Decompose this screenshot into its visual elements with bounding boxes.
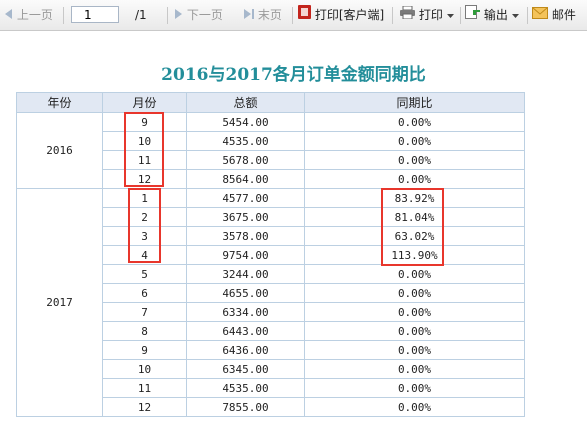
page-number-input[interactable] [71,6,119,23]
total-cell: 4535.00 [186,131,305,151]
column-header-month: 月份 [102,92,187,113]
ratio-cell: 0.00% [304,112,525,132]
month-cell: 2 [102,207,187,227]
month-cell: 7 [102,302,187,322]
total-cell: 3244.00 [186,264,305,284]
triangle-right-icon [175,0,183,31]
table-row: 2016 9 5454.00 0.00% [16,112,525,189]
ratio-cell: 81.04% [304,207,525,227]
month-cell: 9 [102,340,187,360]
total-cell: 8564.00 [186,169,305,189]
prev-page-button[interactable]: 上一页 [5,0,53,31]
month-cell: 10 [102,359,187,379]
total-cell: 5678.00 [186,150,305,170]
print-button[interactable]: 打印 [400,0,454,31]
print-label: 打印 [418,8,443,22]
total-cell: 4535.00 [186,378,305,398]
month-cell: 12 [102,169,187,189]
page-total-label: /1 [135,8,147,22]
total-cell: 9754.00 [186,245,305,265]
total-cell: 4655.00 [186,283,305,303]
year-cell: 2017 [16,188,103,417]
total-cell: 6345.00 [186,359,305,379]
report-title: 2016与2017各月订单金额同期比 [161,65,426,85]
toolbar-divider [167,7,168,24]
month-cell: 11 [102,150,187,170]
ratio-cell: 0.00% [304,150,525,170]
mail-icon [532,0,548,31]
month-cell: 10 [102,131,187,151]
column-header-year: 年份 [16,92,103,113]
ratio-cell: 0.00% [304,169,525,189]
last-page-label: 末页 [257,8,282,22]
export-button[interactable]: 输出 [465,0,519,31]
ratio-cell: 0.00% [304,378,525,398]
last-page-button[interactable]: 末页 [244,0,282,31]
dropdown-arrow-icon [511,0,519,31]
print-client-button[interactable]: 打印[客户端] [298,0,384,31]
last-page-icon [244,0,254,31]
ratio-cell: 0.00% [304,283,525,303]
month-cell: 9 [102,112,187,132]
mail-button[interactable]: 邮件 [532,0,576,31]
month-cell: 3 [102,226,187,246]
toolbar-divider [292,7,293,24]
column-header-total: 总额 [186,92,305,113]
export-icon [465,0,480,31]
dropdown-arrow-icon [446,0,454,31]
ratio-cell: 0.00% [304,131,525,151]
ratio-cell: 0.00% [304,359,525,379]
report-table: 年份 月份 总额 同期比 2016 9 5454.00 0.00% 10 453… [16,92,525,417]
ratio-cell: 0.00% [304,321,525,341]
month-cell: 5 [102,264,187,284]
export-label: 输出 [483,8,508,22]
ratio-cell: 0.00% [304,397,525,417]
total-cell: 6334.00 [186,302,305,322]
ratio-cell: 0.00% [304,302,525,322]
ratio-cell: 0.00% [304,340,525,360]
triangle-left-icon [5,0,13,31]
total-cell: 3675.00 [186,207,305,227]
next-page-button[interactable]: 下一页 [175,0,223,31]
total-cell: 4577.00 [186,188,305,208]
toolbar-divider [63,7,64,24]
month-cell: 1 [102,188,187,208]
printer-icon [400,0,415,31]
column-header-ratio: 同期比 [304,92,525,113]
prev-page-label: 上一页 [16,8,53,22]
month-cell: 6 [102,283,187,303]
total-cell: 5454.00 [186,112,305,132]
month-cell: 4 [102,245,187,265]
table-header-row: 年份 月份 总额 同期比 [16,92,525,113]
ratio-cell: 83.92% [304,188,525,208]
mail-label: 邮件 [551,8,576,22]
next-page-label: 下一页 [186,8,223,22]
print-client-label: 打印[客户端] [314,8,385,22]
toolbar-divider [460,7,461,24]
ratio-cell: 113.90% [304,245,525,265]
toolbar-divider [527,7,528,24]
ratio-cell: 0.00% [304,264,525,284]
total-cell: 3578.00 [186,226,305,246]
month-cell: 12 [102,397,187,417]
report-body: 2016 9 5454.00 0.00% 10 4535.00 0.00% 11… [16,112,525,417]
year-cell: 2016 [16,112,103,189]
total-cell: 6443.00 [186,321,305,341]
month-cell: 8 [102,321,187,341]
ratio-cell: 63.02% [304,226,525,246]
month-cell: 11 [102,378,187,398]
table-row: 2017 1 4577.00 83.92% [16,188,525,417]
toolbar-divider [392,7,393,24]
report-toolbar: 上一页 /1 下一页 末页 打印[客户端] 打印 输出 [0,0,587,31]
pdf-print-icon [298,0,311,31]
total-cell: 7855.00 [186,397,305,417]
total-cell: 6436.00 [186,340,305,360]
